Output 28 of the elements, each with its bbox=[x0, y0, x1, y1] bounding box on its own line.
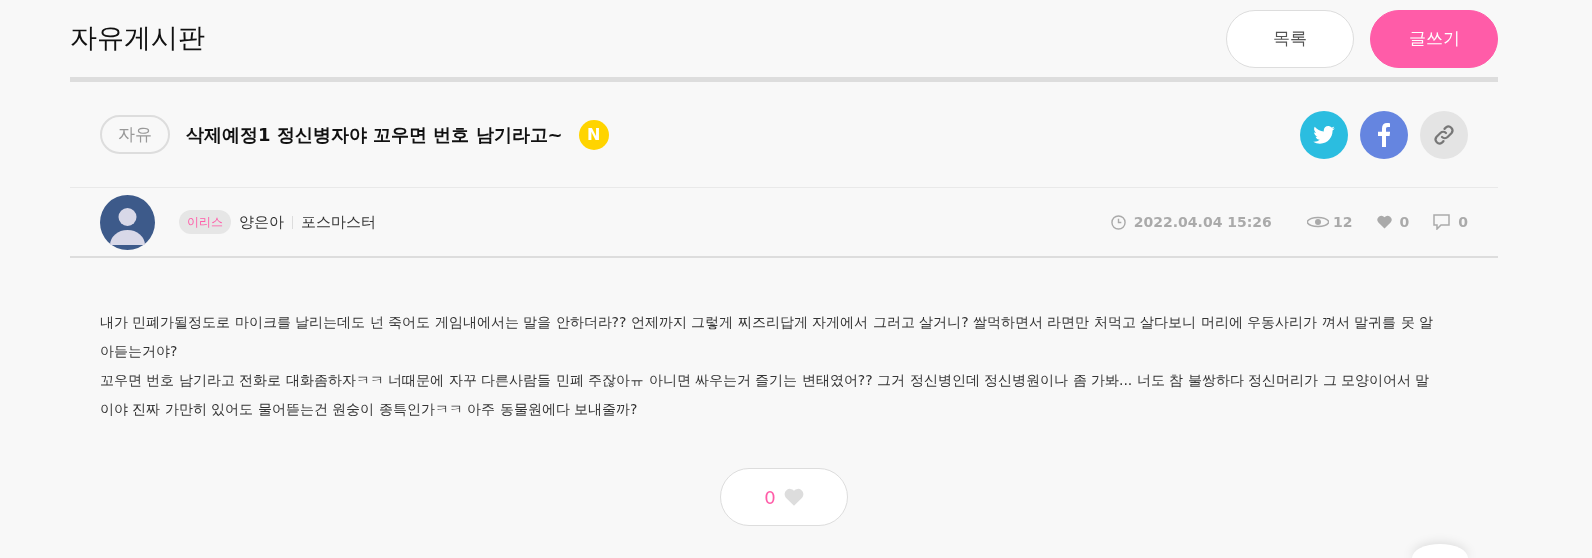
clock-icon bbox=[1110, 214, 1126, 230]
copy-link-button[interactable] bbox=[1420, 110, 1468, 159]
like-count: 0 bbox=[1399, 212, 1410, 232]
bird-icon bbox=[1313, 125, 1335, 144]
comment-count: 0 bbox=[1458, 212, 1468, 232]
comment-icon bbox=[1433, 214, 1451, 230]
post-title: 삭제예정1 정신병자야 꼬우면 번호 남기라고~ bbox=[186, 123, 563, 147]
link-icon bbox=[1432, 122, 1456, 147]
heart-icon bbox=[783, 488, 804, 506]
twitter-share-button[interactable] bbox=[1300, 110, 1348, 159]
new-badge: N bbox=[578, 119, 609, 150]
write-button[interactable]: 글쓰기 bbox=[1370, 9, 1498, 68]
author-guild: 포스마스터 bbox=[301, 211, 376, 233]
author-name: 양은아 bbox=[239, 211, 284, 233]
post-paragraph: 꼬우면 번호 남기라고 전화로 대화좀하자ㅋㅋ 너때문에 자꾸 다른사람들 민폐 주잖아ㅠ 아니면 싸우는거 즐기는 변태였어?? 그거 정신병인데 정신병원이나 좀 가봐... 너도 참 불쌍하다 정신머리가 그 모양이어서 말이야 진짜 가만히 있어도 물어뜯는건 원숭이 종특인가ㅋㅋ 아주 동물원에다 보내줄까? bbox=[100, 371, 1431, 419]
category-tag: 자유 bbox=[100, 114, 170, 155]
board-title: 자유게시판 bbox=[70, 21, 205, 56]
view-count: 12 bbox=[1333, 212, 1353, 232]
f-letter-icon bbox=[1378, 122, 1390, 147]
server-badge: 이리스 bbox=[179, 210, 231, 234]
post-paragraph: 내가 민폐가될정도로 마이크를 날리는데도 넌 죽어도 게임내에서는 말을 안하더라?? 언제까지 그렇게 찌즈리답게 자게에서 그러고 살거니? 쌀먹하면서 라면만 처먹고 살다보니 머리에 우동사리가 껴서 말귀를 못 알아듣는거야? bbox=[100, 313, 1435, 361]
heart-icon bbox=[1376, 215, 1392, 229]
post-date: 2022.04.04 15:26 bbox=[1133, 212, 1272, 232]
facebook-share-button[interactable] bbox=[1360, 110, 1408, 159]
like-button[interactable]: 0 bbox=[720, 468, 848, 526]
avatar-icon bbox=[100, 194, 155, 250]
list-button[interactable]: 목록 bbox=[1226, 9, 1354, 68]
eye-icon bbox=[1307, 215, 1329, 229]
